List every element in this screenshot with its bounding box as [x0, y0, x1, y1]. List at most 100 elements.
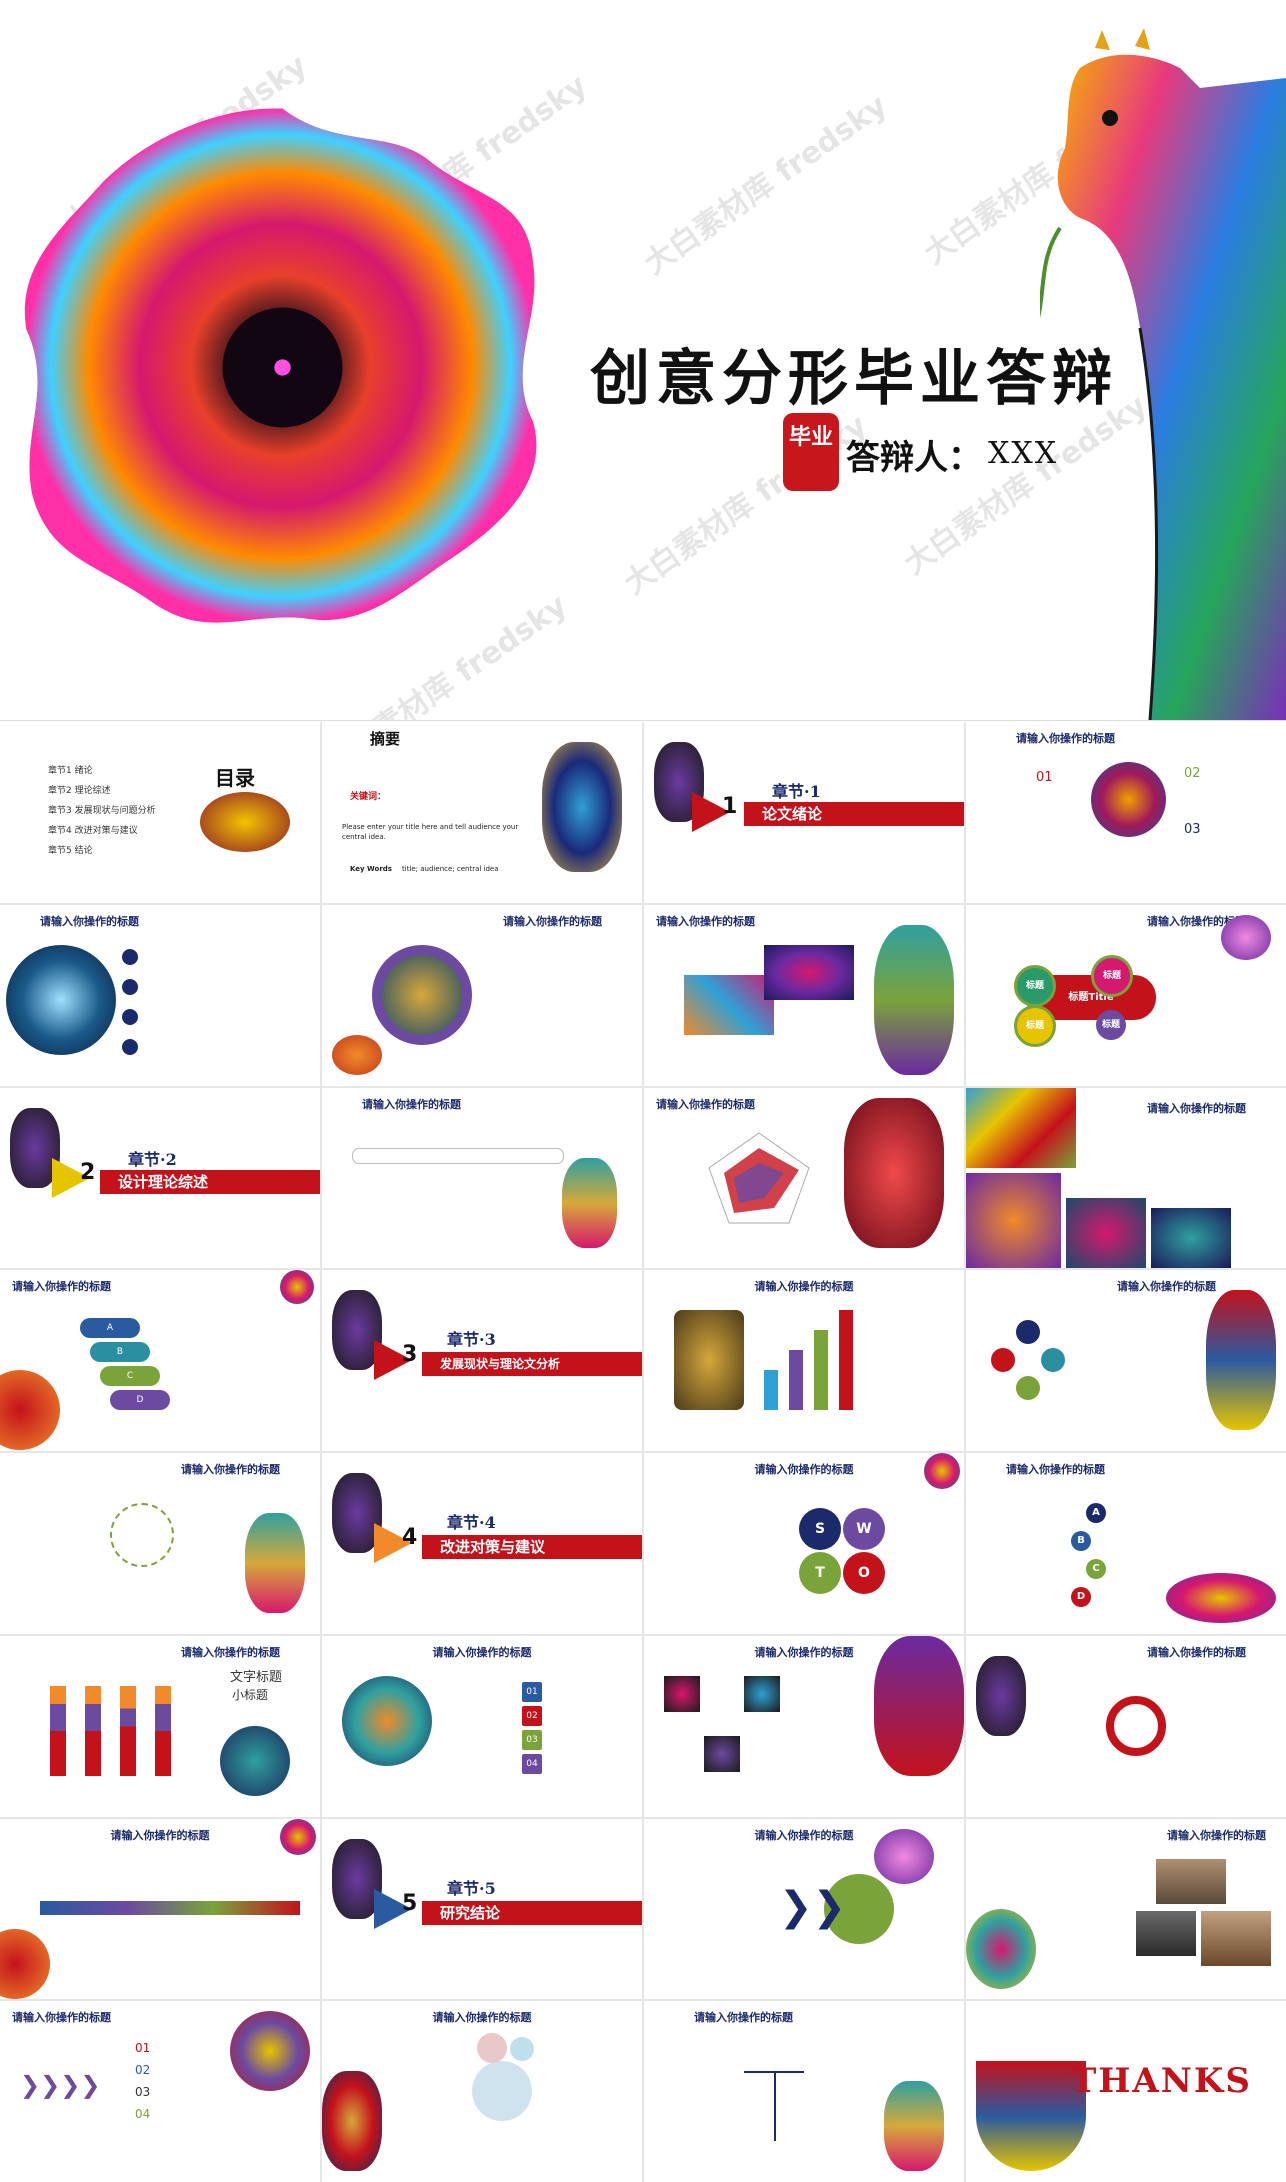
slide-header: 请输入你操作的标题 — [40, 914, 139, 928]
ribbon-b: B — [90, 1342, 150, 1363]
bowl-image — [976, 2061, 1086, 2172]
slide-header: 请输入你操作的标题 — [694, 2011, 793, 2025]
swot-w: W — [843, 1508, 885, 1550]
photo-tile — [1201, 1910, 1271, 1966]
slide-hexagon[interactable]: 请输入你操作的标题 — [966, 1635, 1286, 1817]
slide-timeline[interactable]: 请输入你操作的标题 — [0, 1818, 320, 2000]
step-04: 04 — [522, 1753, 542, 1774]
slide-mosaic[interactable]: 请输入你操作的标题 — [966, 1087, 1286, 1269]
slide-chapter-4[interactable]: 4 章节·4 改进对策与建议 — [322, 1453, 642, 1634]
slide-abstract[interactable]: 摘要 关键词： Please enter your title here and… — [322, 722, 642, 903]
slide-abcd-circles[interactable]: 请输入你操作的标题 A B C D — [966, 1453, 1286, 1634]
circle-d: D — [1071, 1587, 1091, 1607]
slide-motorcycles[interactable]: 请输入你操作的标题 — [966, 1818, 1286, 2000]
bubble — [510, 2037, 534, 2062]
chapter-number: 1 — [722, 794, 738, 819]
slide-image-collage[interactable]: 请输入你操作的标题 — [644, 904, 964, 1086]
chapter-title: 设计理论综述 — [100, 1169, 320, 1194]
slide-stacked-bars[interactable]: 请输入你操作的标题 文字标题 小标题 — [0, 1635, 320, 1817]
shell-image — [322, 2071, 382, 2172]
flower-image — [874, 1828, 934, 1884]
ribbon-d: D — [110, 1390, 170, 1411]
fractal-image — [966, 1908, 1036, 1989]
list-number: 01 — [135, 2041, 151, 2056]
mic-icon — [991, 1348, 1015, 1373]
circle-c: C — [1086, 1559, 1106, 1579]
slide-flowchart[interactable]: 请输入你操作的标题 — [644, 2001, 964, 2182]
snowflake-image — [220, 1725, 290, 1796]
slide-chevrons[interactable]: 请输入你操作的标题 ❯❯ — [644, 1818, 964, 2000]
hexagon-cycle — [1106, 1695, 1166, 1756]
presenter-name: XXX — [988, 436, 1059, 471]
slide-chapter-2[interactable]: 2 章节·2 设计理论综述 — [0, 1087, 320, 1269]
slide-arrows-growth[interactable]: 请输入你操作的标题 — [644, 1270, 964, 1451]
slide-bubbles[interactable]: 请输入你操作的标题 — [322, 2001, 642, 2182]
seal-stamp: 毕业 — [783, 413, 839, 491]
slide-chapter-5[interactable]: 5 章节·5 研究结论 — [322, 1818, 642, 2000]
ribbon-c: C — [100, 1366, 160, 1387]
abstract-en-text: Please enter your title here and tell au… — [342, 823, 519, 841]
growth-arrow — [814, 1330, 828, 1411]
mouse-icon — [1016, 1376, 1040, 1401]
stacked-bar — [120, 1685, 136, 1776]
horse-sculpture-image — [844, 1097, 944, 1248]
photo-tile — [1136, 1910, 1196, 1956]
flower-image — [342, 1675, 432, 1766]
network-center — [110, 1503, 174, 1567]
chevron-icon: ❯❯❯❯ — [20, 2071, 101, 2100]
slide-header: 请输入你操作的标题 — [1167, 1828, 1266, 1842]
spiral-image — [245, 1513, 305, 1613]
slide-process-pills[interactable]: 请输入你操作的标题 — [322, 1087, 642, 1269]
slide-network[interactable]: 请输入你操作的标题 — [0, 1453, 320, 1634]
chevron-icon: ❯❯ — [779, 1883, 847, 1930]
slide-icon-list[interactable]: 请输入你操作的标题 — [966, 1270, 1286, 1451]
growth-arrow — [789, 1350, 803, 1411]
flower-image — [0, 1928, 50, 1999]
photo-tile — [1156, 1858, 1226, 1904]
chapter-number: 5 — [402, 1890, 418, 1916]
slide-header: 请输入你操作的标题 — [1006, 1463, 1105, 1476]
slide-header: 请输入你操作的标题 — [12, 2011, 111, 2025]
slide-header: 请输入你操作的标题 — [754, 1463, 854, 1476]
slide-abcd-ribbons[interactable]: 请输入你操作的标题 A B C D — [0, 1270, 320, 1451]
slide-mindmap[interactable]: 请输入你操作的标题 标题Title 标题 标题 标题 标题 — [966, 904, 1286, 1086]
ribbon-a: A — [80, 1318, 140, 1339]
mosaic-image — [966, 1172, 1061, 1268]
keyword-label: 关键词： — [350, 792, 387, 802]
keywords-en: title; audience; central idea — [402, 865, 499, 873]
slide-header: 请输入你操作的标题 — [432, 1645, 532, 1659]
swot-s: S — [799, 1508, 841, 1550]
chapter-label: 章节·4 — [447, 1513, 496, 1532]
slide-mandala-list[interactable]: 请输入你操作的标题 — [0, 904, 320, 1086]
parrot-image — [1206, 1290, 1276, 1431]
slide-thanks[interactable]: THANKS — [966, 2001, 1286, 2182]
slide-chapter-3[interactable]: 3 章节·3 发展现状与理论文分析 — [322, 1270, 642, 1451]
slide-radar[interactable]: 请输入你操作的标题 — [644, 1087, 964, 1269]
slide-arrow-list[interactable]: 请输入你操作的标题 01 02 03 04 ❯❯❯❯ — [0, 2001, 320, 2182]
bird-image — [976, 1655, 1026, 1736]
growth-arrow — [764, 1370, 778, 1411]
slide-numbered-circle[interactable]: 请输入你操作的标题 01 02 03 — [966, 722, 1286, 903]
slide-chapter-1[interactable]: 1 章节·1 论文绪论 — [644, 722, 964, 903]
mandala-image — [6, 944, 116, 1055]
step-03: 03 — [522, 1729, 542, 1750]
slide-thumbnail-grid: 章节1 绪论 章节2 理论综述 章节3 发展现状与问题分析 章节4 改进对策与建… — [0, 722, 1286, 2182]
mosaic-image — [966, 1087, 1076, 1168]
chapter-label: 章节·1 — [772, 782, 821, 801]
toc-item: 章节4 改进对策与建议 — [48, 826, 138, 836]
slide-steps[interactable]: 请输入你操作的标题 01 02 03 04 — [322, 1635, 642, 1817]
process-bar — [352, 1147, 564, 1164]
monitor-icon — [1041, 1348, 1065, 1373]
stacked-bar — [85, 1685, 101, 1776]
growth-arrow — [839, 1310, 853, 1411]
flower-image — [230, 2011, 310, 2092]
circle-b: B — [1071, 1531, 1091, 1551]
slide-swot[interactable]: 请输入你操作的标题 S W T O — [644, 1453, 964, 1634]
list-dot — [122, 1038, 138, 1055]
slide-photo-grid[interactable]: 请输入你操作的标题 — [644, 1635, 964, 1817]
chapter-title: 发展现状与理论文分析 — [422, 1352, 642, 1377]
mandala-image — [280, 1818, 316, 1855]
slide-toc[interactable]: 章节1 绪论 章节2 理论综述 章节3 发展现状与问题分析 章节4 改进对策与建… — [0, 722, 320, 903]
slide-cycle-diagram[interactable]: 请输入你操作的标题 — [322, 904, 642, 1086]
thanks-text: THANKS — [1071, 2061, 1252, 2102]
